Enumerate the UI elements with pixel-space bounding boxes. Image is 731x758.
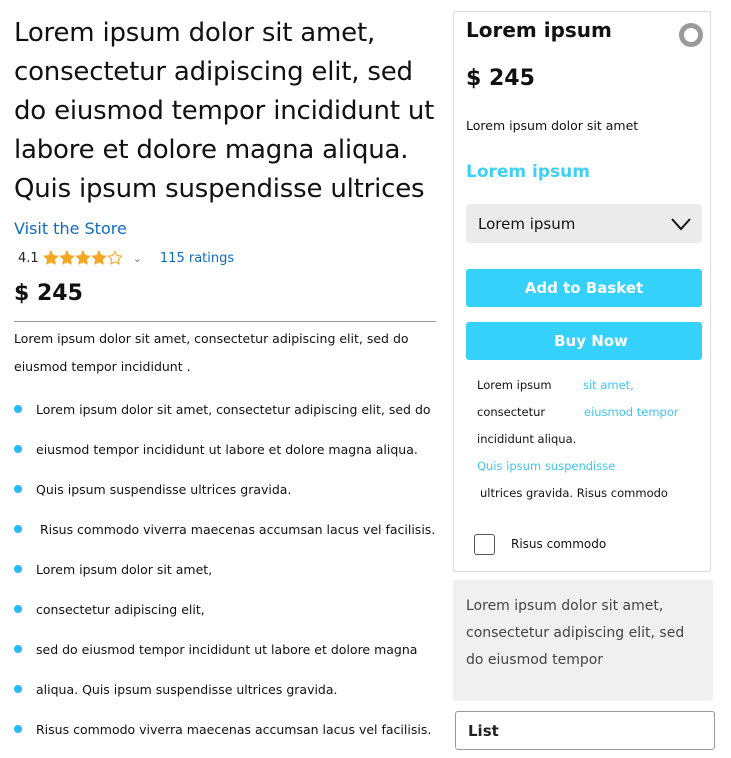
card-subtitle: Lorem ipsum dolor sit amet <box>466 118 639 133</box>
rating-row: 4.1 ⌄ 115 ratings <box>18 250 234 266</box>
star-icon <box>90 250 107 265</box>
select-value: Lorem ipsum <box>478 214 576 233</box>
list-item: Quis ipsum suspendisse ultrices gravida. <box>14 469 446 509</box>
bullet-dot-icon <box>14 525 22 533</box>
buy-box-card: Lorem ipsum $ 245 Lorem ipsum dolor sit … <box>453 11 711 572</box>
buy-now-label: Buy Now <box>554 332 628 350</box>
bullet-dot-icon <box>14 605 22 613</box>
list-field[interactable]: List <box>455 711 715 750</box>
list-item-text: Lorem ipsum dolor sit amet, consectetur … <box>36 401 431 417</box>
list-item: consectetur adipiscing elit, <box>14 589 446 629</box>
list-item-text: Quis ipsum suspendisse ultrices gravida. <box>36 481 292 497</box>
list-item: eiusmod tempor incididunt ut labore et d… <box>14 429 446 469</box>
list-item-text: Risus commodo viverra maecenas accumsan … <box>36 521 436 537</box>
rating-value: 4.1 <box>18 250 39 266</box>
info-link[interactable]: Quis ipsum suspendisse <box>477 459 615 473</box>
list-item: Risus commodo viverra maecenas accumsan … <box>14 709 446 749</box>
buy-now-button[interactable]: Buy Now <box>466 322 702 360</box>
star-icon <box>42 250 59 265</box>
chevron-down-icon <box>671 217 691 230</box>
radio-icon[interactable] <box>679 23 703 47</box>
list-item: sed do eiusmod tempor incididunt ut labo… <box>14 629 446 669</box>
divider <box>14 321 436 322</box>
list-item-text: Lorem ipsum dolor sit amet, <box>36 561 213 577</box>
bullet-dot-icon <box>14 725 22 733</box>
list-item-text: aliqua. Quis ipsum suspendisse ultrices … <box>36 681 338 697</box>
bullet-dot-icon <box>14 685 22 693</box>
bullet-dot-icon <box>14 645 22 653</box>
star-icon <box>58 250 75 265</box>
list-item: Risus commodo viverra maecenas accumsan … <box>14 509 446 549</box>
info-label: Lorem ipsum <box>477 378 552 392</box>
bullet-dot-icon <box>14 405 22 413</box>
list-item-text: consectetur adipiscing elit, <box>36 601 205 617</box>
star-rating[interactable] <box>42 250 123 266</box>
list-item-text: Risus commodo viverra maecenas accumsan … <box>36 721 432 737</box>
product-description: Lorem ipsum dolor sit amet, consectetur … <box>14 331 409 374</box>
card-accent-heading: Lorem ipsum <box>466 162 590 182</box>
card-title: Lorem ipsum <box>466 18 612 42</box>
star-icon <box>106 250 123 265</box>
visit-store-link[interactable]: Visit the Store <box>14 219 127 238</box>
checkbox[interactable] <box>474 534 495 555</box>
option-select[interactable]: Lorem ipsum <box>466 204 702 243</box>
add-to-basket-button[interactable]: Add to Basket <box>466 269 702 307</box>
list-item: aliqua. Quis ipsum suspendisse ultrices … <box>14 669 446 709</box>
info-link[interactable]: eiusmod tempor <box>584 405 679 419</box>
bullet-dot-icon <box>14 565 22 573</box>
card-price: $ 245 <box>466 66 535 91</box>
info-label: consectetur <box>477 405 546 419</box>
info-text: incididunt aliqua. <box>477 432 577 446</box>
ratings-count-link[interactable]: 115 ratings <box>160 251 234 266</box>
bullet-dot-icon <box>14 445 22 453</box>
list-item: Lorem ipsum dolor sit amet, <box>14 549 446 589</box>
list-item: Lorem ipsum dolor sit amet, consectetur … <box>14 389 446 429</box>
feature-list: Lorem ipsum dolor sit amet, consectetur … <box>14 389 446 749</box>
product-price: $ 245 <box>14 281 83 306</box>
checkbox-label: Risus commodo <box>511 537 607 551</box>
star-icon <box>74 250 91 265</box>
product-title: Lorem ipsum dolor sit amet, consectetur … <box>14 18 435 204</box>
info-link[interactable]: sit amet, <box>583 378 634 392</box>
info-text: ultrices gravida. Risus commodo <box>480 486 668 500</box>
list-item-text: eiusmod tempor incididunt ut labore et d… <box>36 441 418 457</box>
list-item-text: sed do eiusmod tempor incididunt ut labo… <box>36 641 418 657</box>
note-box: Lorem ipsum dolor sit amet, consectetur … <box>453 580 713 701</box>
chevron-down-icon[interactable]: ⌄ <box>133 252 142 265</box>
bullet-dot-icon <box>14 485 22 493</box>
